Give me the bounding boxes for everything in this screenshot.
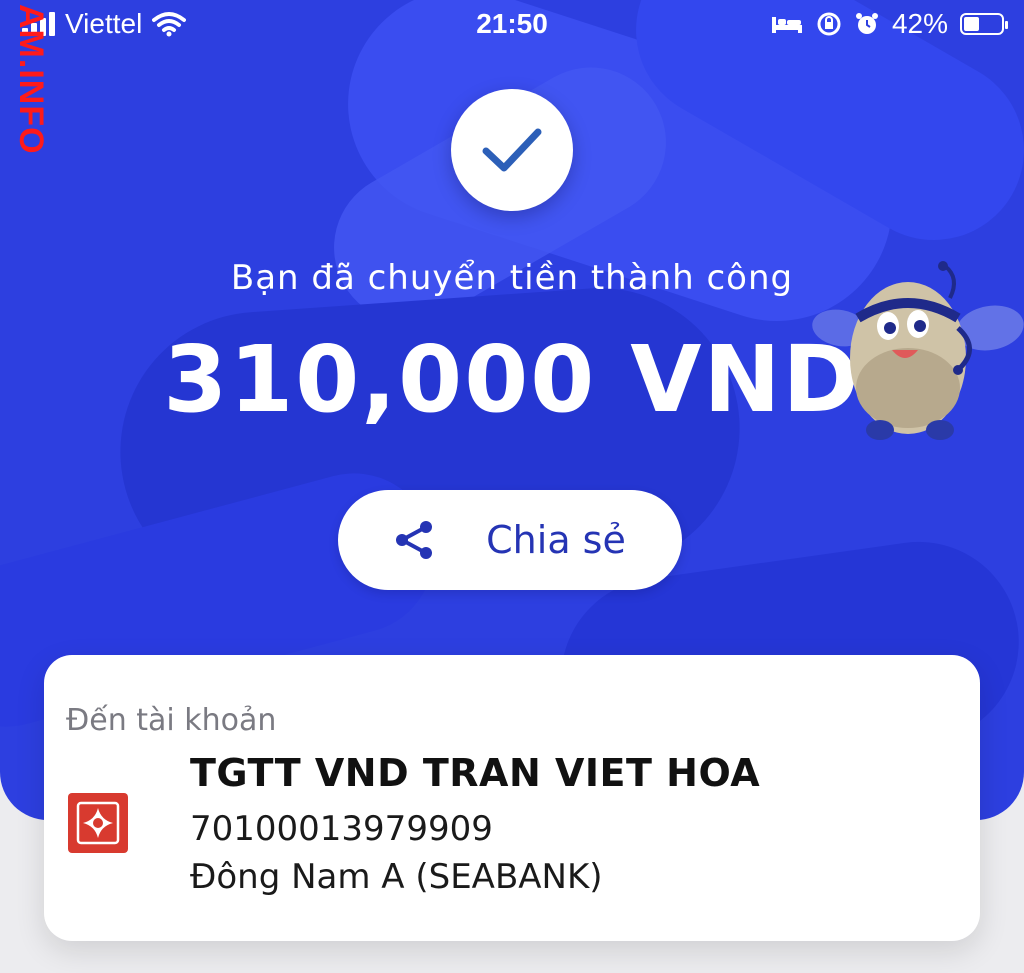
seabank-logo-icon	[68, 793, 128, 853]
checkmark-icon	[482, 128, 542, 172]
recipient-account-number: 70100013979909	[190, 809, 493, 849]
bee-mascot-icon	[812, 261, 1024, 440]
recipient-card-title: Đến tài khoản	[66, 703, 277, 738]
bed-icon	[771, 17, 802, 33]
recipient-account-name: TGTT VND TRAN VIET HOA	[190, 751, 761, 795]
battery-fill	[964, 17, 980, 31]
status-bar: Viettel 21:50 42%	[0, 0, 1024, 50]
status-right: 42%	[770, 8, 1008, 40]
battery-icon	[960, 13, 1008, 35]
watermark: AM.INFO	[12, 4, 50, 155]
alarm-icon	[855, 13, 878, 34]
battery-percent: 42%	[891, 8, 948, 39]
share-icon	[396, 521, 433, 559]
success-badge	[451, 89, 573, 211]
share-button-label: Chia sẻ	[486, 518, 626, 562]
recipient-bank-name: Đông Nam A (SEABANK)	[190, 857, 603, 897]
recipient-card: Đến tài khoản TGTT VND TRAN VIET HOA 701…	[44, 655, 980, 941]
transfer-success-screen: Viettel 21:50 42% AM.INFO Bạn đã chuyển …	[0, 0, 1024, 973]
share-button[interactable]: Chia sẻ	[338, 490, 682, 590]
rotation-lock-icon	[817, 12, 841, 36]
